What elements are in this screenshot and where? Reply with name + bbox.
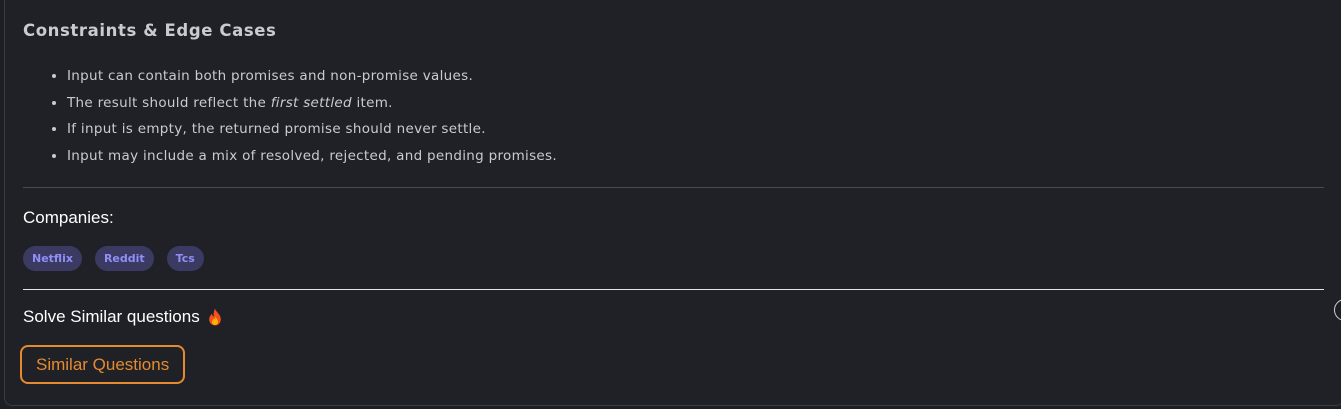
similar-questions-heading: Solve Similar questions bbox=[23, 307, 222, 327]
similar-heading-text: Solve Similar questions bbox=[23, 307, 200, 326]
section-divider-light bbox=[23, 289, 1324, 290]
constraints-list: Input can contain both promises and non-… bbox=[23, 67, 557, 174]
constraint-item: Input may include a mix of resolved, rej… bbox=[67, 147, 557, 174]
constraint-item: If input is empty, the returned promise … bbox=[67, 120, 557, 147]
company-tag-reddit[interactable]: Reddit bbox=[94, 246, 154, 271]
flame-icon bbox=[208, 308, 221, 326]
company-tag-tcs[interactable]: Tcs bbox=[166, 246, 204, 271]
constraints-heading: Constraints & Edge Cases bbox=[23, 21, 277, 40]
companies-label: Companies: bbox=[23, 208, 114, 227]
emphasis-text: first settled bbox=[270, 94, 352, 111]
company-tags: Netflix Reddit Tcs bbox=[23, 246, 204, 271]
similar-questions-button[interactable]: Similar Questions bbox=[20, 345, 186, 384]
constraint-item: The result should reflect the first sett… bbox=[67, 94, 557, 121]
constraint-item: Input can contain both promises and non-… bbox=[67, 67, 557, 94]
section-divider bbox=[23, 187, 1324, 188]
problem-details-panel: Constraints & Edge Cases Input can conta… bbox=[4, 0, 1341, 406]
company-tag-netflix[interactable]: Netflix bbox=[23, 246, 82, 271]
